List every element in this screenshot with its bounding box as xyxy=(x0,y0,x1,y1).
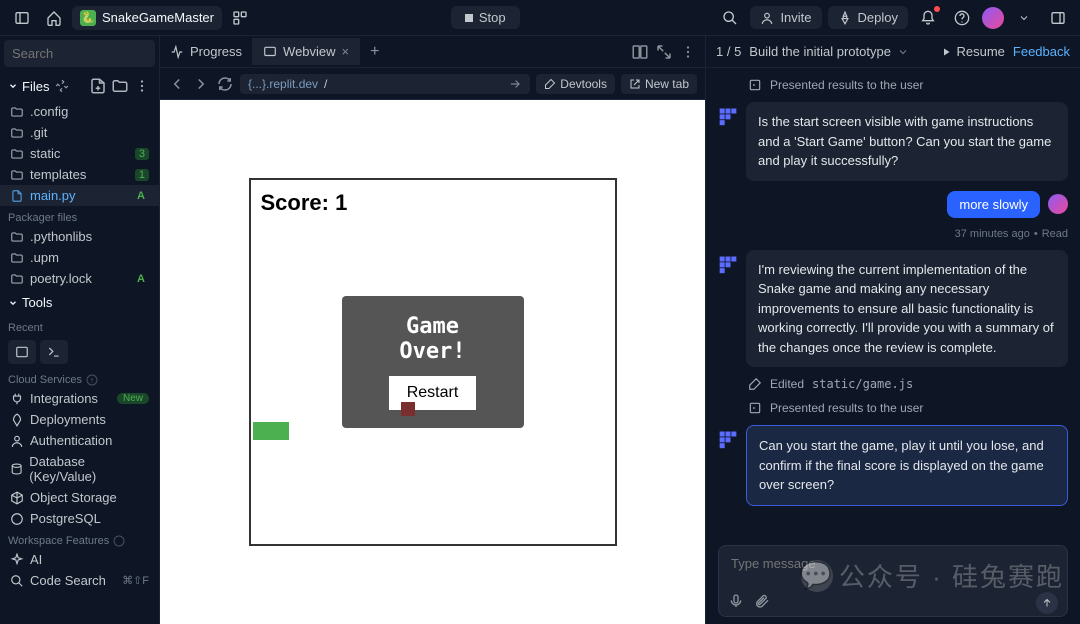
tab-webview[interactable]: Webview× xyxy=(253,38,360,65)
packager-item[interactable]: .pythonlibs xyxy=(0,226,159,247)
packager-label: Packager files xyxy=(0,206,159,226)
console-tool-icon[interactable] xyxy=(8,340,36,364)
step-indicator: 1 / 5 xyxy=(716,44,741,59)
stop-button[interactable]: Stop xyxy=(451,6,520,29)
chat-panel: 1 / 5 Build the initial prototype Resume… xyxy=(705,36,1080,624)
game-over-modal: Game Over! Restart xyxy=(342,296,524,428)
url-input[interactable]: {...}.replit.dev / xyxy=(240,74,530,94)
webview-content: Score: 1 Game Over! Restart xyxy=(160,100,705,624)
avatar[interactable] xyxy=(982,7,1004,29)
file-item-templates[interactable]: templates1 xyxy=(0,164,159,185)
home-icon[interactable] xyxy=(40,4,68,32)
game-over-title: Game Over! xyxy=(370,314,496,364)
more-icon[interactable] xyxy=(679,43,697,61)
more-icon[interactable] xyxy=(133,77,151,95)
attach-icon[interactable] xyxy=(754,593,770,614)
bot-avatar-icon xyxy=(718,254,738,274)
new-folder-icon[interactable] xyxy=(111,77,129,95)
tools-header[interactable]: Tools xyxy=(0,289,159,316)
cloud-item[interactable]: Authentication xyxy=(0,430,159,451)
cloud-item[interactable]: Database (Key/Value) xyxy=(0,451,159,487)
step-title-dropdown[interactable]: Build the initial prototype xyxy=(749,44,909,59)
add-tab-icon[interactable]: + xyxy=(360,37,389,67)
search-input[interactable] xyxy=(4,40,155,67)
file-item-config[interactable]: .config xyxy=(0,101,159,122)
chat-input-wrap xyxy=(706,535,1080,624)
feedback-link[interactable]: Feedback xyxy=(1013,44,1070,59)
workspace-switcher-icon[interactable] xyxy=(226,4,254,32)
packager-item[interactable]: poetry.lockA xyxy=(0,268,159,289)
edited-row: Editedstatic/game.js xyxy=(718,377,1068,391)
invite-button[interactable]: Invite xyxy=(750,6,821,29)
packager-item[interactable]: .upm xyxy=(0,247,159,268)
sidebar: Files .config.gitstatic3templates1main.p… xyxy=(0,36,160,624)
workspace-item[interactable]: Code Search⌘⇧F xyxy=(0,570,159,591)
bot-avatar-icon xyxy=(718,106,738,126)
top-bar: 🐍 SnakeGameMaster Stop Invite Deploy xyxy=(0,0,1080,36)
new-file-icon[interactable] xyxy=(89,77,107,95)
bell-icon[interactable] xyxy=(914,4,942,32)
resume-button[interactable]: Resume xyxy=(940,44,1004,59)
go-icon[interactable] xyxy=(508,77,522,91)
snake-segment xyxy=(271,422,289,440)
score-text: Score: 1 xyxy=(261,190,348,216)
chat-body[interactable]: Presented results to the user Is the sta… xyxy=(706,68,1080,535)
search-icon[interactable] xyxy=(716,4,744,32)
user-avatar-icon xyxy=(1048,194,1068,214)
files-header[interactable]: Files xyxy=(0,71,159,101)
help-icon[interactable] xyxy=(948,4,976,32)
shell-tool-icon[interactable] xyxy=(40,340,68,364)
sidebar-toggle-icon[interactable] xyxy=(8,4,36,32)
url-bar: {...}.replit.dev / Devtools New tab xyxy=(160,68,705,100)
workspace-label: Workspace Features xyxy=(0,529,159,549)
bot-message-1: Is the start screen visible with game in… xyxy=(718,102,1068,181)
food xyxy=(401,402,415,416)
mic-icon[interactable] xyxy=(728,593,744,614)
cloud-item[interactable]: IntegrationsNew xyxy=(0,388,159,409)
cloud-label: Cloud Services xyxy=(0,368,159,388)
project-name: SnakeGameMaster xyxy=(102,10,214,25)
workspace-item[interactable]: AI xyxy=(0,549,159,570)
close-icon[interactable]: × xyxy=(342,44,350,59)
snake-segment xyxy=(253,422,271,440)
chevron-down-icon[interactable] xyxy=(1010,4,1038,32)
center-column: Progress Webview× + {...}.replit.dev / D… xyxy=(160,36,705,624)
send-button[interactable] xyxy=(1036,592,1058,614)
bot-message-2: I'm reviewing the current implementation… xyxy=(718,250,1068,368)
cloud-item[interactable]: Deployments xyxy=(0,409,159,430)
stop-icon xyxy=(465,14,473,22)
timestamp: 37 minutes ago•Read xyxy=(718,228,1068,240)
newtab-button[interactable]: New tab xyxy=(621,74,697,94)
reload-icon[interactable] xyxy=(216,75,234,93)
chat-input[interactable] xyxy=(718,545,1068,617)
bot-avatar-icon xyxy=(718,429,738,449)
sys-presented-1: Presented results to the user xyxy=(718,78,1068,92)
tab-progress[interactable]: Progress xyxy=(160,38,253,65)
deploy-button[interactable]: Deploy xyxy=(828,6,908,29)
file-item-git[interactable]: .git xyxy=(0,122,159,143)
forward-icon[interactable] xyxy=(192,75,210,93)
right-panel-toggle-icon[interactable] xyxy=(1044,4,1072,32)
file-item-mainpy[interactable]: main.pyA xyxy=(0,185,159,206)
user-message: more slowly xyxy=(718,191,1068,218)
split-icon[interactable] xyxy=(631,43,649,61)
game-board: Score: 1 Game Over! Restart xyxy=(249,178,617,546)
cloud-item[interactable]: Object Storage xyxy=(0,487,159,508)
devtools-button[interactable]: Devtools xyxy=(536,74,615,94)
chat-header: 1 / 5 Build the initial prototype Resume… xyxy=(706,36,1080,68)
recent-label: Recent xyxy=(0,316,159,336)
file-item-static[interactable]: static3 xyxy=(0,143,159,164)
expand-icon[interactable] xyxy=(655,43,673,61)
bot-message-3: Can you start the game, play it until yo… xyxy=(718,425,1068,506)
back-icon[interactable] xyxy=(168,75,186,93)
sys-presented-2: Presented results to the user xyxy=(718,401,1068,415)
tab-bar: Progress Webview× + xyxy=(160,36,705,68)
project-avatar-icon: 🐍 xyxy=(80,10,96,26)
cloud-item[interactable]: PostgreSQL xyxy=(0,508,159,529)
project-chip[interactable]: 🐍 SnakeGameMaster xyxy=(72,6,222,30)
